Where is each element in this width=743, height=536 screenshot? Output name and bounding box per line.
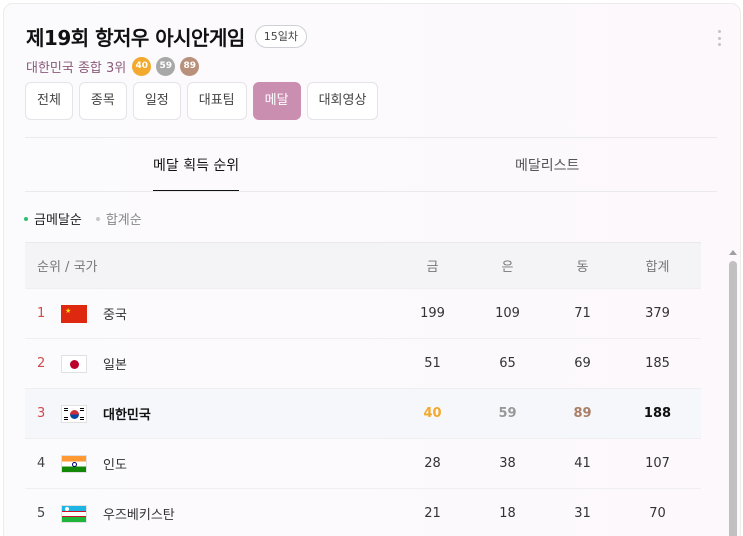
rank-number: 3 [37,406,46,421]
main-tabs: 전체 종목 일정 대표팀 메달 대회영상 [25,82,384,120]
subtab-medalist-list[interactable]: 메달리스트 [515,140,579,192]
rank-number: 1 [37,306,46,321]
header-total: 합계 [645,260,670,275]
gold-count: 51 [424,356,441,371]
tab-sports[interactable]: 종목 [78,82,127,120]
total-count: 379 [645,306,670,321]
india-flag-icon [61,454,87,473]
day-badge: 15일차 [254,25,308,48]
subtab-medal-ranking[interactable]: 메달 획득 순위 [153,140,240,192]
table-row[interactable]: 1 ★ 중국 199 109 71 379 [25,288,701,338]
rank-number: 4 [37,456,46,471]
silver-medal-count-badge: 59 [156,57,176,76]
bronze-medal-count-badge: 89 [180,57,200,76]
silver-count: 38 [499,456,516,471]
more-options-icon[interactable] [718,30,722,46]
sort-by-total[interactable]: 합계순 [95,209,142,228]
country-name: 중국 [103,308,127,323]
country-name: 인도 [103,458,127,473]
rank-number: 5 [37,506,46,521]
bronze-count: 69 [574,356,591,371]
japan-flag-icon [61,354,87,373]
header-rank-country: 순위 / 국가 [37,260,98,275]
tab-national-team[interactable]: 대표팀 [186,82,247,120]
silver-count: 65 [499,356,516,371]
gold-medal-count-badge: 40 [132,57,152,76]
total-count: 188 [643,406,672,421]
scroll-up-arrow-icon[interactable] [729,250,737,255]
silver-count: 109 [495,306,520,321]
table-header: 순위 / 국가 금 은 동 합계 [25,242,701,288]
medal-subtabs: 메달 획득 순위 메달리스트 [25,140,717,192]
overall-rank-text: 대한민국 종합 3위 [26,61,127,76]
header-gold: 금 [426,260,439,275]
bronze-count: 89 [573,406,592,421]
korea-flag-icon [61,404,87,423]
tab-schedule[interactable]: 일정 [132,82,181,120]
uzbekistan-flag-icon [61,504,87,523]
table-row[interactable]: 4 인도 28 38 41 107 [25,438,701,488]
overall-rank-row: 대한민국 종합 3위 40 59 89 [26,57,307,76]
gold-count: 40 [423,406,442,421]
country-name: 대한민국 [103,408,151,423]
header-silver: 은 [501,260,514,275]
gold-count: 21 [424,506,441,521]
total-count: 70 [649,506,666,521]
silver-count: 59 [498,406,517,421]
bronze-count: 31 [574,506,591,521]
total-count: 107 [645,456,670,471]
country-name: 일본 [103,358,127,373]
country-name: 우즈베키스탄 [103,508,175,523]
rank-number: 2 [37,356,46,371]
gold-count: 199 [420,306,445,321]
header-bronze: 동 [576,260,589,275]
tab-medals[interactable]: 메달 [252,82,301,120]
total-count: 185 [645,356,670,371]
bronze-count: 71 [574,306,591,321]
sort-options: 금메달순 합계순 [24,209,156,228]
divider [25,191,717,192]
scrollbar-thumb[interactable] [729,261,737,536]
tab-all[interactable]: 전체 [25,82,73,120]
medal-table: 순위 / 국가 금 은 동 합계 1 ★ 중국 199 109 71 379 2 [25,242,701,536]
table-scrollbar[interactable] [726,244,740,536]
bronze-count: 41 [574,456,591,471]
unselected-dot-icon [95,216,100,221]
gold-count: 28 [424,456,441,471]
table-row[interactable]: 5 우즈베키스탄 21 18 31 70 [25,488,701,536]
page-title: 제19회 항저우 아시안게임 [26,26,245,50]
selected-dot-icon [24,216,28,221]
sort-by-gold-label: 금메달순 [34,213,82,228]
silver-count: 18 [499,506,516,521]
widget-header: 제19회 항저우 아시안게임 15일차 대한민국 종합 3위 40 59 89 [26,22,308,76]
sort-by-total-label: 합계순 [105,213,142,228]
medal-widget: 제19회 항저우 아시안게임 15일차 대한민국 종합 3위 40 59 89 … [3,3,741,536]
sort-by-gold[interactable]: 금메달순 [24,209,82,228]
tab-videos[interactable]: 대회영상 [306,82,379,120]
title-row: 제19회 항저우 아시안게임 15일차 [26,22,308,51]
divider [25,137,717,138]
table-row[interactable]: 2 일본 51 65 69 185 [25,338,701,388]
table-row-highlighted[interactable]: 3 대한민국 40 59 89 188 [25,388,701,438]
china-flag-icon: ★ [61,304,87,323]
